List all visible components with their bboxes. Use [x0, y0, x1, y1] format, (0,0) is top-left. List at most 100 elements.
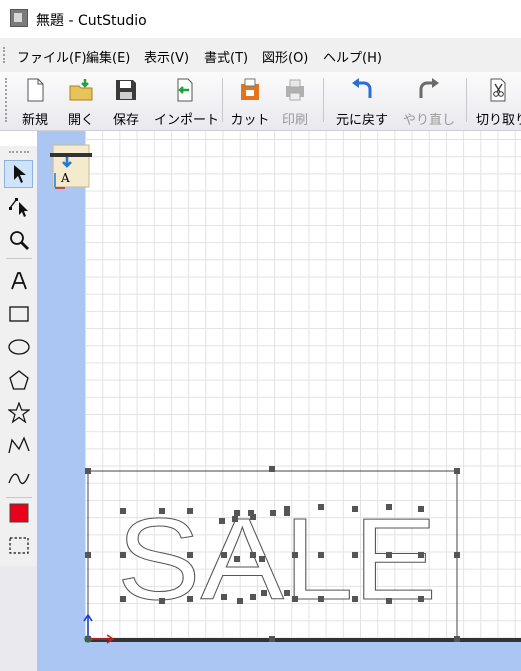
pentagon-icon — [8, 370, 29, 390]
polyline-tool[interactable] — [4, 432, 33, 460]
star-tool[interactable] — [4, 399, 33, 427]
save-button[interactable]: 保存 — [105, 76, 147, 128]
menu-help[interactable]: ヘルプ(H) — [323, 47, 382, 66]
rectangle-tool[interactable] — [4, 300, 33, 328]
node-handle[interactable] — [120, 508, 126, 514]
node-handle[interactable] — [318, 504, 324, 510]
node-handle[interactable] — [234, 556, 240, 562]
node-handle[interactable] — [237, 598, 243, 604]
ellipse-tool[interactable] — [4, 333, 33, 361]
menu-shape[interactable]: 図形(O) — [262, 47, 308, 66]
node-handle[interactable] — [250, 594, 256, 600]
menu-format[interactable]: 書式(T) — [204, 47, 248, 66]
marquee-tool[interactable] — [4, 532, 33, 560]
node-handle[interactable] — [187, 552, 193, 558]
palette-separator — [6, 258, 32, 259]
toolbar-separator — [323, 78, 324, 122]
node-handle[interactable] — [284, 590, 290, 596]
node-handle[interactable] — [418, 596, 424, 602]
node-handle[interactable] — [248, 510, 254, 516]
cut-scissors-icon — [490, 78, 506, 102]
node-handle[interactable] — [386, 598, 392, 604]
tool-palette — [0, 146, 37, 566]
curve-tool[interactable] — [4, 465, 33, 493]
node-handle[interactable] — [352, 506, 358, 512]
toolbar-separator — [466, 78, 467, 122]
node-handle[interactable] — [269, 466, 275, 472]
drawing-canvas[interactable]: A SALE — [37, 131, 521, 671]
node-handle[interactable] — [292, 552, 298, 558]
app-icon — [10, 9, 28, 27]
node-handle[interactable] — [187, 508, 193, 514]
node-handle[interactable] — [269, 636, 275, 642]
import-button[interactable]: インポート — [154, 76, 220, 128]
node-handle[interactable] — [120, 552, 126, 558]
fill-color-tool[interactable] — [4, 499, 33, 527]
print-icon — [286, 79, 304, 101]
open-button-label: 開く — [67, 113, 94, 128]
node-handle[interactable] — [318, 552, 324, 558]
node-edit-tool[interactable] — [4, 193, 33, 221]
node-handle[interactable] — [219, 518, 225, 524]
node-handle[interactable] — [159, 508, 165, 514]
node-handle[interactable] — [85, 468, 91, 474]
polygon-tool[interactable] — [4, 366, 33, 394]
node-handle[interactable] — [187, 596, 193, 602]
cut-button[interactable]: カット — [229, 76, 271, 128]
node-handle[interactable] — [352, 552, 358, 558]
node-handle[interactable] — [270, 510, 276, 516]
title-bar: 無題 - CutStudio — [0, 0, 521, 38]
node-handle[interactable] — [120, 596, 126, 602]
node-handle[interactable] — [318, 596, 324, 602]
node-handle[interactable] — [234, 510, 240, 516]
node-handle[interactable] — [85, 552, 91, 558]
menu-edit[interactable]: 編集(E) — [86, 47, 130, 66]
node-handle[interactable] — [454, 552, 460, 558]
palette-separator — [6, 497, 32, 498]
node-handle[interactable] — [85, 636, 91, 642]
node-handle[interactable] — [352, 596, 358, 602]
node-handle[interactable] — [418, 552, 424, 558]
print-button: 印刷 — [274, 76, 316, 128]
toolbar: 新規 開く 保存 インポート カット 印刷 元に戻す やり直し 切り取 — [0, 72, 521, 131]
node-handle[interactable] — [232, 516, 238, 522]
select-tool[interactable] — [4, 160, 33, 188]
node-handle[interactable] — [292, 596, 298, 602]
menu-file[interactable]: ファイル(F) — [17, 47, 87, 66]
menu-grip — [3, 47, 7, 63]
node-handle[interactable] — [261, 590, 267, 596]
menu-view[interactable]: 表示(V) — [144, 47, 189, 66]
zoom-tool[interactable] — [4, 226, 33, 254]
save-button-label: 保存 — [112, 113, 139, 128]
node-handle[interactable] — [284, 506, 290, 512]
node-handle[interactable] — [221, 552, 227, 558]
node-handle[interactable] — [259, 556, 265, 562]
arrow-pointer-icon — [13, 165, 26, 183]
node-handle[interactable] — [386, 504, 392, 510]
node-handle[interactable] — [386, 552, 392, 558]
node-handle[interactable] — [159, 598, 165, 604]
polyline-icon — [7, 436, 30, 454]
node-handle[interactable] — [454, 636, 460, 642]
node-handle[interactable] — [250, 552, 256, 558]
cut-button-label: カット — [230, 113, 270, 128]
node-handle[interactable] — [454, 468, 460, 474]
import-button-label: インポート — [154, 113, 220, 128]
cut-scissors-button[interactable]: 切り取り — [472, 76, 521, 128]
open-folder-icon — [69, 79, 93, 101]
red-swatch-icon — [9, 503, 28, 523]
ellipse-icon — [7, 339, 30, 355]
letter-a-icon — [10, 272, 27, 290]
undo-button[interactable]: 元に戻す — [331, 76, 393, 128]
dashed-rectangle-icon — [8, 537, 29, 554]
undo-button-label[interactable]: 元に戻す — [331, 109, 393, 128]
window-title: 無題 - CutStudio — [36, 13, 147, 29]
undo-icon — [352, 78, 372, 98]
open-button[interactable]: 開く — [60, 76, 102, 128]
node-handle[interactable] — [418, 506, 424, 512]
node-handle[interactable] — [221, 594, 227, 600]
text-tool[interactable] — [4, 267, 33, 295]
new-button[interactable]: 新規 — [14, 76, 56, 128]
toolbar-grip — [5, 78, 7, 122]
cut-icon — [241, 78, 259, 100]
